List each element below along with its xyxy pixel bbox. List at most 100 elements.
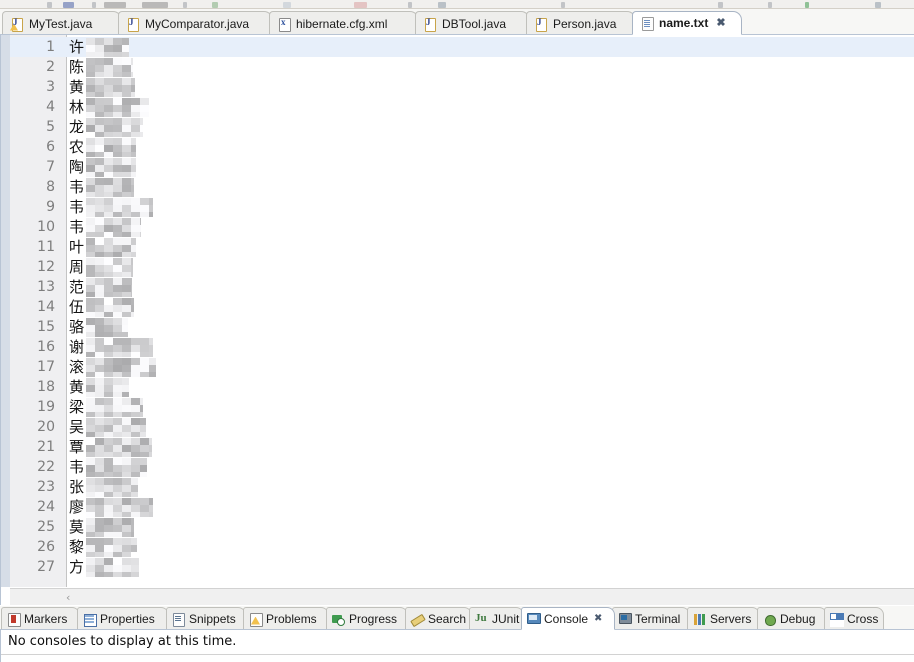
toolbar-icon[interactable] — [283, 2, 291, 8]
editor-line[interactable]: 22 韦 — [1, 457, 914, 477]
bottom-view-stack: Markers Properties Snippets Problems Progres… — [0, 606, 914, 662]
properties-icon — [83, 613, 97, 627]
close-icon[interactable]: ✖ — [594, 613, 602, 624]
toolbar-icon[interactable] — [92, 2, 96, 8]
console-view[interactable]: No consoles to display at this time. — [0, 630, 914, 662]
scroll-left-icon[interactable]: ‹ — [66, 591, 70, 604]
view-tab-properties[interactable]: Properties — [77, 607, 169, 630]
view-tab-cross[interactable]: Cross — [824, 607, 884, 630]
toolbar-icon[interactable] — [47, 2, 52, 8]
redacted-text — [86, 78, 135, 97]
redacted-text — [86, 498, 153, 517]
editor-tab-name-txt[interactable]: name.txt ✖ — [632, 11, 742, 35]
java-file-icon — [534, 17, 548, 32]
line-text: 骆 — [69, 318, 85, 336]
editor-line[interactable]: 11 叶 — [1, 237, 914, 257]
redacted-text — [86, 218, 141, 237]
line-number: 24 — [37, 499, 55, 515]
editor-line[interactable]: 14 伍 — [1, 297, 914, 317]
text-editor[interactable]: 1 许 2 陈 3 黄 4 林 5 龙 6 农 7 陶 8 韦 9 韦 10 韦 11 叶 12 周 13 范 14 伍 15 骆 16 谢 1… — [0, 35, 914, 605]
cross-references-icon — [830, 612, 844, 626]
view-tab-servers[interactable]: Servers — [687, 607, 760, 630]
editor-line[interactable]: 8韦 — [1, 177, 914, 197]
view-tab-label: Terminal — [635, 612, 681, 626]
editor-tab-label: Person.java — [553, 16, 617, 31]
toolbar-icon[interactable] — [354, 2, 367, 8]
editor-line[interactable]: 1许 — [1, 37, 914, 57]
view-tab-snippets[interactable]: Snippets — [166, 607, 246, 630]
redacted-text — [86, 38, 129, 57]
redacted-text — [86, 238, 136, 257]
editor-line[interactable]: 20 吴 — [1, 417, 914, 437]
toolbar-strip[interactable] — [0, 0, 914, 9]
line-number: 11 — [37, 239, 55, 255]
editor-line[interactable]: 21 覃 — [1, 437, 914, 457]
editor-line[interactable]: 5龙 — [1, 117, 914, 137]
line-text: 方 — [69, 558, 85, 576]
editor-line[interactable]: 25 莫 — [1, 517, 914, 537]
line-number: 8 — [46, 179, 55, 195]
editor-line[interactable]: 19 梁 — [1, 397, 914, 417]
editor-tab-bar[interactable]: MyTest.java MyComparator.java hibernate.cf… — [0, 9, 914, 35]
line-text: 谢 — [69, 338, 85, 356]
editor-tab-dbtool-java[interactable]: DBTool.java — [415, 11, 530, 35]
editor-line[interactable]: 4林 — [1, 97, 914, 117]
toolbar-icon[interactable] — [718, 2, 723, 8]
line-text: 范 — [69, 278, 85, 296]
editor-line[interactable]: 2陈 — [1, 57, 914, 77]
editor-line[interactable]: 3黄 — [1, 77, 914, 97]
editor-line[interactable]: 26 黎 — [1, 537, 914, 557]
editor-tab-person-java[interactable]: Person.java — [526, 11, 636, 35]
editor-line[interactable]: 12 周 — [1, 257, 914, 277]
toolbar-icon[interactable] — [408, 2, 412, 8]
editor-line[interactable]: 7陶 — [1, 157, 914, 177]
redacted-text — [86, 338, 153, 357]
line-number: 18 — [37, 379, 55, 395]
editor-line[interactable]: 17 滚 — [1, 357, 914, 377]
view-tab-problems[interactable]: Problems — [243, 607, 329, 630]
view-tab-junit[interactable]: JUnit — [469, 607, 524, 630]
editor-tab-hibernate-cfg-xml[interactable]: hibernate.cfg.xml — [269, 11, 419, 35]
toolbar-icon[interactable] — [438, 2, 446, 8]
view-tab-progress[interactable]: Progress — [326, 607, 408, 630]
view-tab-console[interactable]: Console ✖ — [521, 607, 615, 630]
view-tab-search[interactable]: Search — [405, 607, 472, 630]
editor-line[interactable]: 18 黄 — [1, 377, 914, 397]
toolbar-icon[interactable] — [142, 2, 168, 8]
editor-tab-mycomparator-java[interactable]: MyComparator.java — [118, 11, 273, 35]
view-tab-markers[interactable]: Markers — [1, 607, 80, 630]
editor-line[interactable]: 16 谢 — [1, 337, 914, 357]
warning-overlay-icon — [10, 23, 18, 31]
line-number: 20 — [37, 419, 55, 435]
line-text: 黄 — [69, 378, 85, 396]
toolbar-icon[interactable] — [63, 2, 74, 8]
view-tab-label: JUnit — [492, 612, 520, 626]
editor-line[interactable]: 24 廖 — [1, 497, 914, 517]
editor-line[interactable]: 6农 — [1, 137, 914, 157]
redacted-text — [86, 98, 149, 117]
toolbar-icon[interactable] — [805, 2, 809, 8]
view-tab-bar[interactable]: Markers Properties Snippets Problems Progres… — [0, 606, 914, 630]
toolbar-icon[interactable] — [104, 2, 126, 8]
view-tab-terminal[interactable]: Terminal — [612, 607, 690, 630]
editor-line[interactable]: 15 骆 — [1, 317, 914, 337]
view-tab-debug[interactable]: Debug — [757, 607, 827, 630]
redacted-text — [86, 318, 128, 337]
editor-tab-mytest-java[interactable]: MyTest.java — [2, 11, 122, 35]
editor-line[interactable]: 23 张 — [1, 477, 914, 497]
problems-icon — [249, 612, 263, 627]
toolbar-icon[interactable] — [875, 2, 881, 8]
redacted-text — [86, 298, 134, 317]
toolbar-icon[interactable] — [768, 2, 772, 8]
toolbar-icon[interactable] — [212, 2, 218, 8]
toolbar-icon[interactable] — [561, 2, 565, 8]
close-icon[interactable]: ✖ — [716, 17, 725, 29]
editor-line[interactable]: 27 方 — [1, 557, 914, 577]
editor-line[interactable]: 9韦 — [1, 197, 914, 217]
line-text: 韦 — [69, 458, 85, 476]
line-number: 1 — [46, 39, 55, 55]
editor-line[interactable]: 10 韦 — [1, 217, 914, 237]
editor-line[interactable]: 13 范 — [1, 277, 914, 297]
editor-horizontal-scrollbar[interactable]: ‹ — [10, 588, 914, 605]
toolbar-icon[interactable] — [183, 2, 187, 8]
